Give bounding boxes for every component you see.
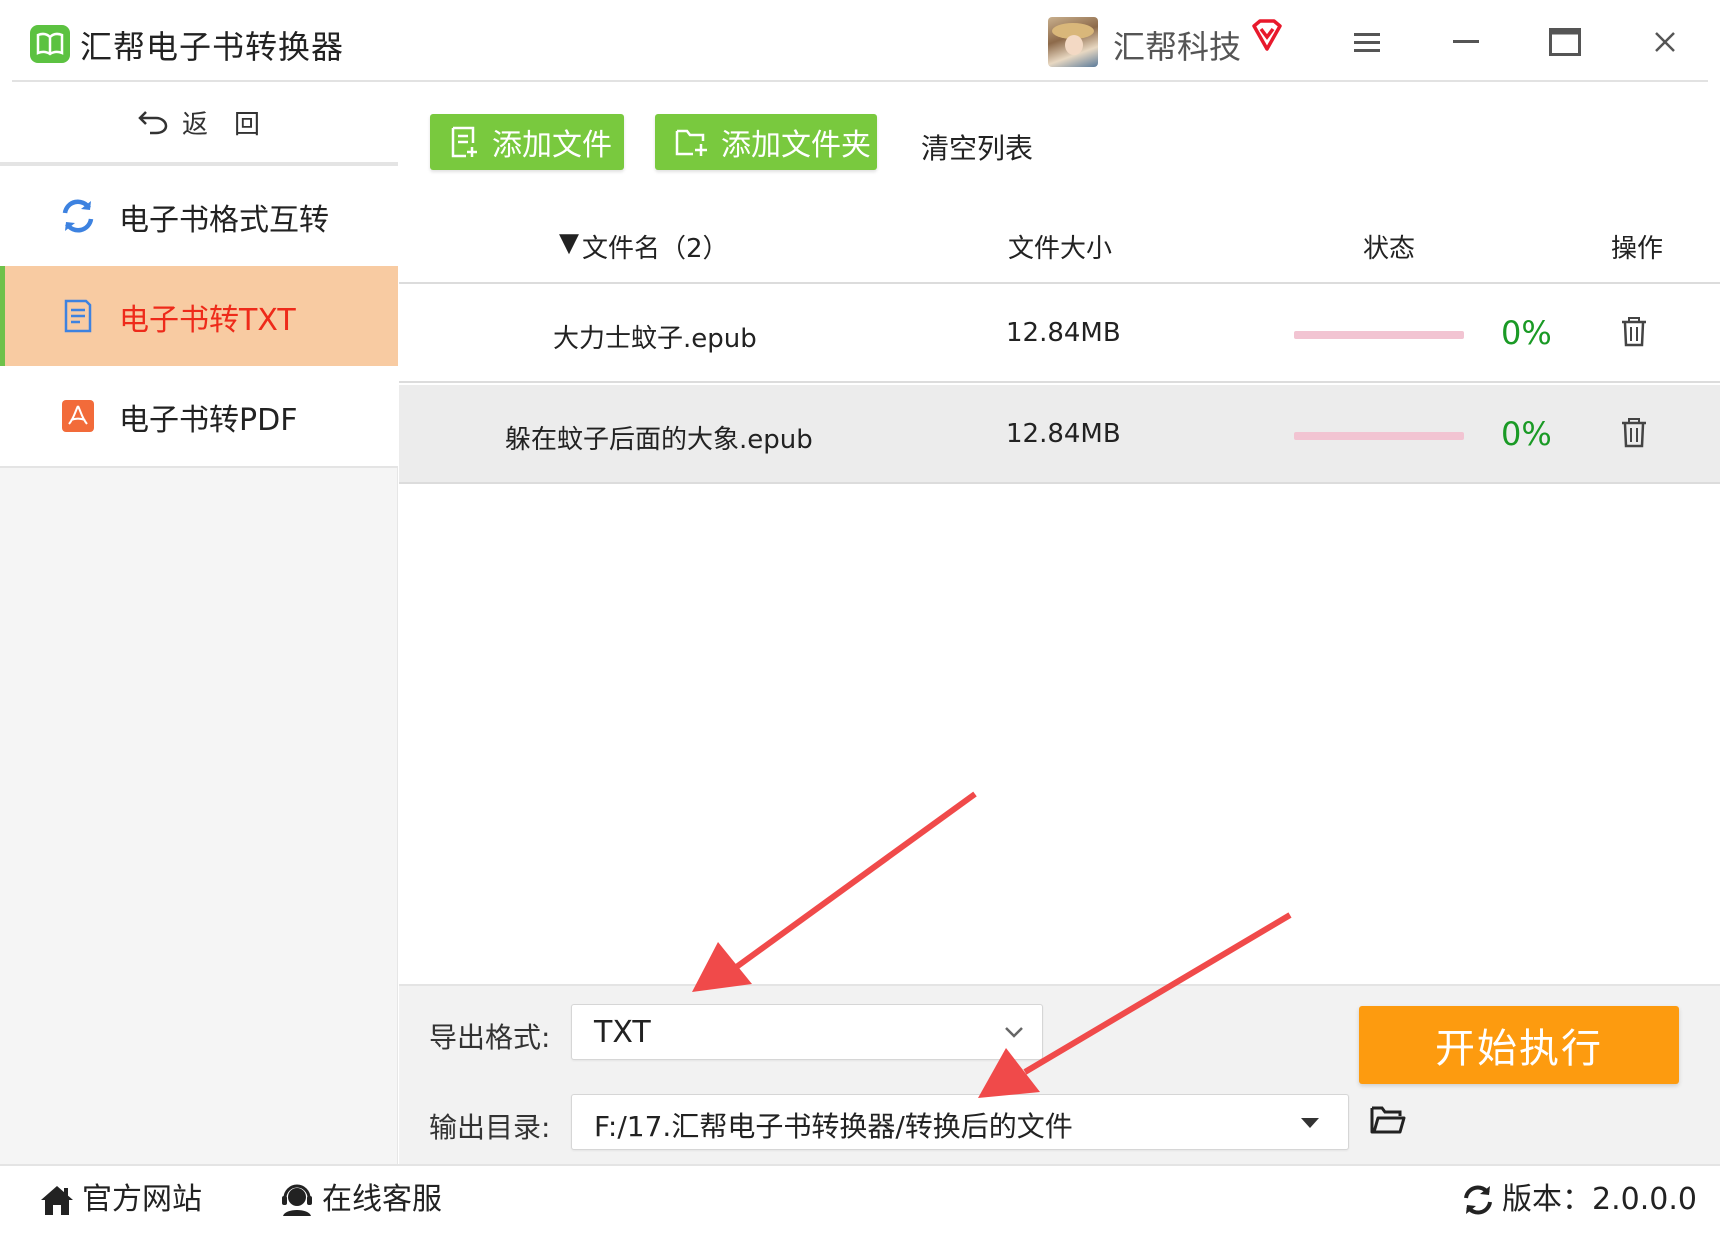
app-title: 汇帮电子书转换器 xyxy=(80,28,345,66)
file-name: 躲在蚊子后面的大象.epub xyxy=(505,425,813,455)
version-label: 版本：2.0.0.0 xyxy=(1502,1182,1697,1217)
format-label: 导出格式: xyxy=(429,1021,551,1054)
sort-desc-icon[interactable]: ▼ xyxy=(559,228,579,258)
refresh-icon xyxy=(60,198,96,234)
output-dir-value: F:/17.汇帮电子书转换器/转换后的文件 xyxy=(594,1110,1073,1143)
progress-percent: 0% xyxy=(1501,314,1552,352)
add-folder-label: 添加文件夹 xyxy=(721,128,871,163)
app-logo-icon xyxy=(30,25,70,63)
table-row[interactable]: 大力士蚊子.epub 12.84MB 0% xyxy=(399,284,1720,383)
sidebar: 返 回 电子书格式互转 电子书转TXT 电子书转PDF xyxy=(0,82,398,1164)
website-label: 官方网站 xyxy=(82,1182,202,1217)
progress-bar xyxy=(1294,432,1464,440)
document-icon xyxy=(60,298,96,334)
back-label: 返 回 xyxy=(181,109,260,140)
title-bar: 汇帮电子书转换器 汇帮科技 xyxy=(0,0,1720,82)
vip-diamond-icon[interactable] xyxy=(1250,18,1284,56)
output-dir-select[interactable]: F:/17.汇帮电子书转换器/转换后的文件 xyxy=(571,1094,1349,1150)
caret-down-icon xyxy=(1301,1118,1319,1128)
sidebar-item-label: 电子书转PDF xyxy=(119,403,298,438)
start-button[interactable]: 开始执行 xyxy=(1359,1006,1679,1084)
official-website-link[interactable]: 官方网站 xyxy=(40,1184,202,1216)
pdf-icon xyxy=(60,398,96,434)
user-name[interactable]: 汇帮科技 xyxy=(1113,22,1241,68)
close-icon[interactable] xyxy=(1645,22,1685,62)
sidebar-item-label: 电子书转TXT xyxy=(119,303,296,338)
add-file-label: 添加文件 xyxy=(492,128,612,163)
folder-open-icon[interactable] xyxy=(1369,1104,1407,1140)
column-header-status: 状态 xyxy=(1363,234,1416,264)
footer: 官方网站 在线客服 版本：2.0.0.0 xyxy=(0,1164,1720,1234)
version-info[interactable]: 版本：2.0.0.0 xyxy=(1462,1184,1697,1216)
update-icon xyxy=(1464,1185,1492,1215)
output-dir-label: 输出目录: xyxy=(429,1111,551,1144)
format-select[interactable]: TXT xyxy=(571,1004,1043,1060)
back-button[interactable]: 返 回 xyxy=(0,82,398,162)
column-header-size: 文件大小 xyxy=(1008,234,1113,264)
table-row[interactable]: 躲在蚊子后面的大象.epub 12.84MB 0% xyxy=(399,385,1720,484)
main-panel: 添加文件 添加文件夹 清空列表 ▼ 文件名（2） 文件大小 状态 操作 大力士蚊… xyxy=(399,82,1720,1164)
add-file-icon xyxy=(450,126,480,158)
maximize-icon[interactable] xyxy=(1545,22,1585,62)
sidebar-item-to-txt[interactable]: 电子书转TXT xyxy=(0,266,398,366)
headset-icon xyxy=(282,1184,312,1216)
sidebar-item-to-pdf[interactable]: 电子书转PDF xyxy=(0,366,398,466)
chevron-down-icon xyxy=(1005,1027,1023,1038)
clear-list-button[interactable]: 清空列表 xyxy=(921,127,1033,167)
add-folder-icon xyxy=(675,127,709,157)
trash-icon[interactable] xyxy=(1621,418,1647,455)
sidebar-item-label: 电子书格式互转 xyxy=(119,203,329,238)
online-support-link[interactable]: 在线客服 xyxy=(280,1184,442,1216)
back-arrow-icon xyxy=(138,111,168,135)
output-settings-panel: 导出格式: TXT 输出目录: F:/17.汇帮电子书转换器/转换后的文件 开始… xyxy=(399,984,1720,1164)
column-header-action: 操作 xyxy=(1611,234,1664,264)
sidebar-item-format-convert[interactable]: 电子书格式互转 xyxy=(0,166,398,266)
trash-icon[interactable] xyxy=(1621,317,1647,354)
add-file-button[interactable]: 添加文件 xyxy=(430,114,624,170)
avatar[interactable] xyxy=(1048,17,1098,67)
progress-percent: 0% xyxy=(1501,415,1552,453)
support-label: 在线客服 xyxy=(322,1182,442,1217)
file-size: 12.84MB xyxy=(1006,419,1121,449)
minimize-icon[interactable] xyxy=(1446,22,1486,62)
file-size: 12.84MB xyxy=(1006,318,1121,348)
add-folder-button[interactable]: 添加文件夹 xyxy=(655,114,877,170)
format-value: TXT xyxy=(594,1015,651,1050)
column-header-name[interactable]: 文件名（2） xyxy=(582,228,729,265)
menu-icon[interactable] xyxy=(1347,22,1387,62)
table-header: ▼ 文件名（2） 文件大小 状态 操作 xyxy=(399,200,1720,284)
file-name: 大力士蚊子.epub xyxy=(553,324,757,354)
home-icon xyxy=(41,1186,73,1215)
progress-bar xyxy=(1294,331,1464,339)
